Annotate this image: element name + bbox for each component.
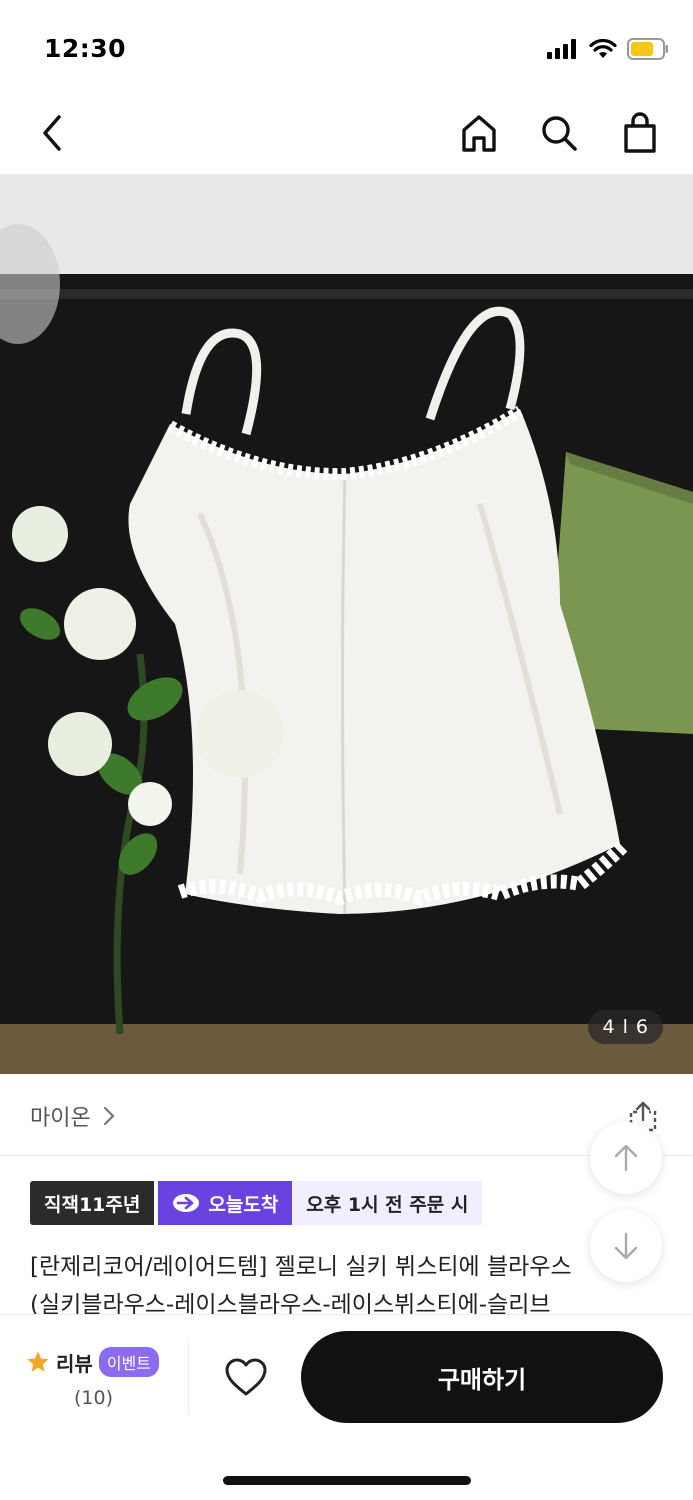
search-button[interactable] [536,108,582,158]
brand-link[interactable]: 마이온 [30,1100,115,1132]
signal-icon [547,39,576,59]
heart-icon [225,1358,267,1396]
home-icon [462,115,496,152]
shopping-bag-icon [624,112,656,153]
cutoff-badge: 오후 1시 전 주문 시 [292,1181,483,1225]
anniversary-badge: 직잭11주년 [30,1181,155,1225]
image-counter: 4 l 6 [588,1010,663,1044]
brand-row: 마이온 [0,1074,693,1156]
home-indicator [223,1476,471,1485]
brand-name: 마이온 [30,1106,91,1131]
status-bar: 12:30 [0,0,693,100]
scroll-up-button[interactable] [590,1122,662,1194]
badges: 직잭11주년 오늘도착 오후 1시 전 주문 시 [30,1181,483,1225]
back-button[interactable] [30,108,74,158]
arrow-up-icon [614,1144,638,1172]
status-icons [547,38,669,60]
divider [188,1339,189,1415]
buy-button[interactable]: 구매하기 [301,1331,663,1423]
product-image[interactable]: 4 l 6 [0,174,693,1074]
search-icon [542,116,577,151]
cart-button[interactable] [617,108,663,158]
review-count: (10) [74,1387,114,1409]
wifi-icon [589,39,617,58]
status-time: 12:30 [44,34,127,63]
product-title: [란제리코어/레이어드템] 젤로니 실키 뷔스티에 블라우스 (실키블라우스-레… [30,1248,630,1318]
today-delivery-label: 오늘도착 [208,1193,279,1216]
battery-icon [627,38,668,60]
event-badge: 이벤트 [98,1347,159,1377]
star-icon [27,1351,49,1372]
review-label: 리뷰 [56,1351,93,1376]
bottom-action-bar: 리뷰 이벤트 (10) 구매하기 [0,1314,693,1500]
nav-bar [0,100,693,174]
product-title-line1: [란제리코어/레이어드템] 젤로니 실키 뷔스티에 블라우스 [30,1254,572,1280]
delivery-icon [173,1194,200,1212]
today-delivery-badge: 오늘도착 [158,1181,293,1225]
chevron-right-icon [103,1106,115,1126]
chevron-left-icon [43,115,61,151]
product-photo [0,174,693,1074]
review-summary[interactable]: 리뷰 이벤트 (10) [26,1347,186,1409]
home-button[interactable] [456,108,502,158]
wishlist-button[interactable] [222,1353,270,1401]
